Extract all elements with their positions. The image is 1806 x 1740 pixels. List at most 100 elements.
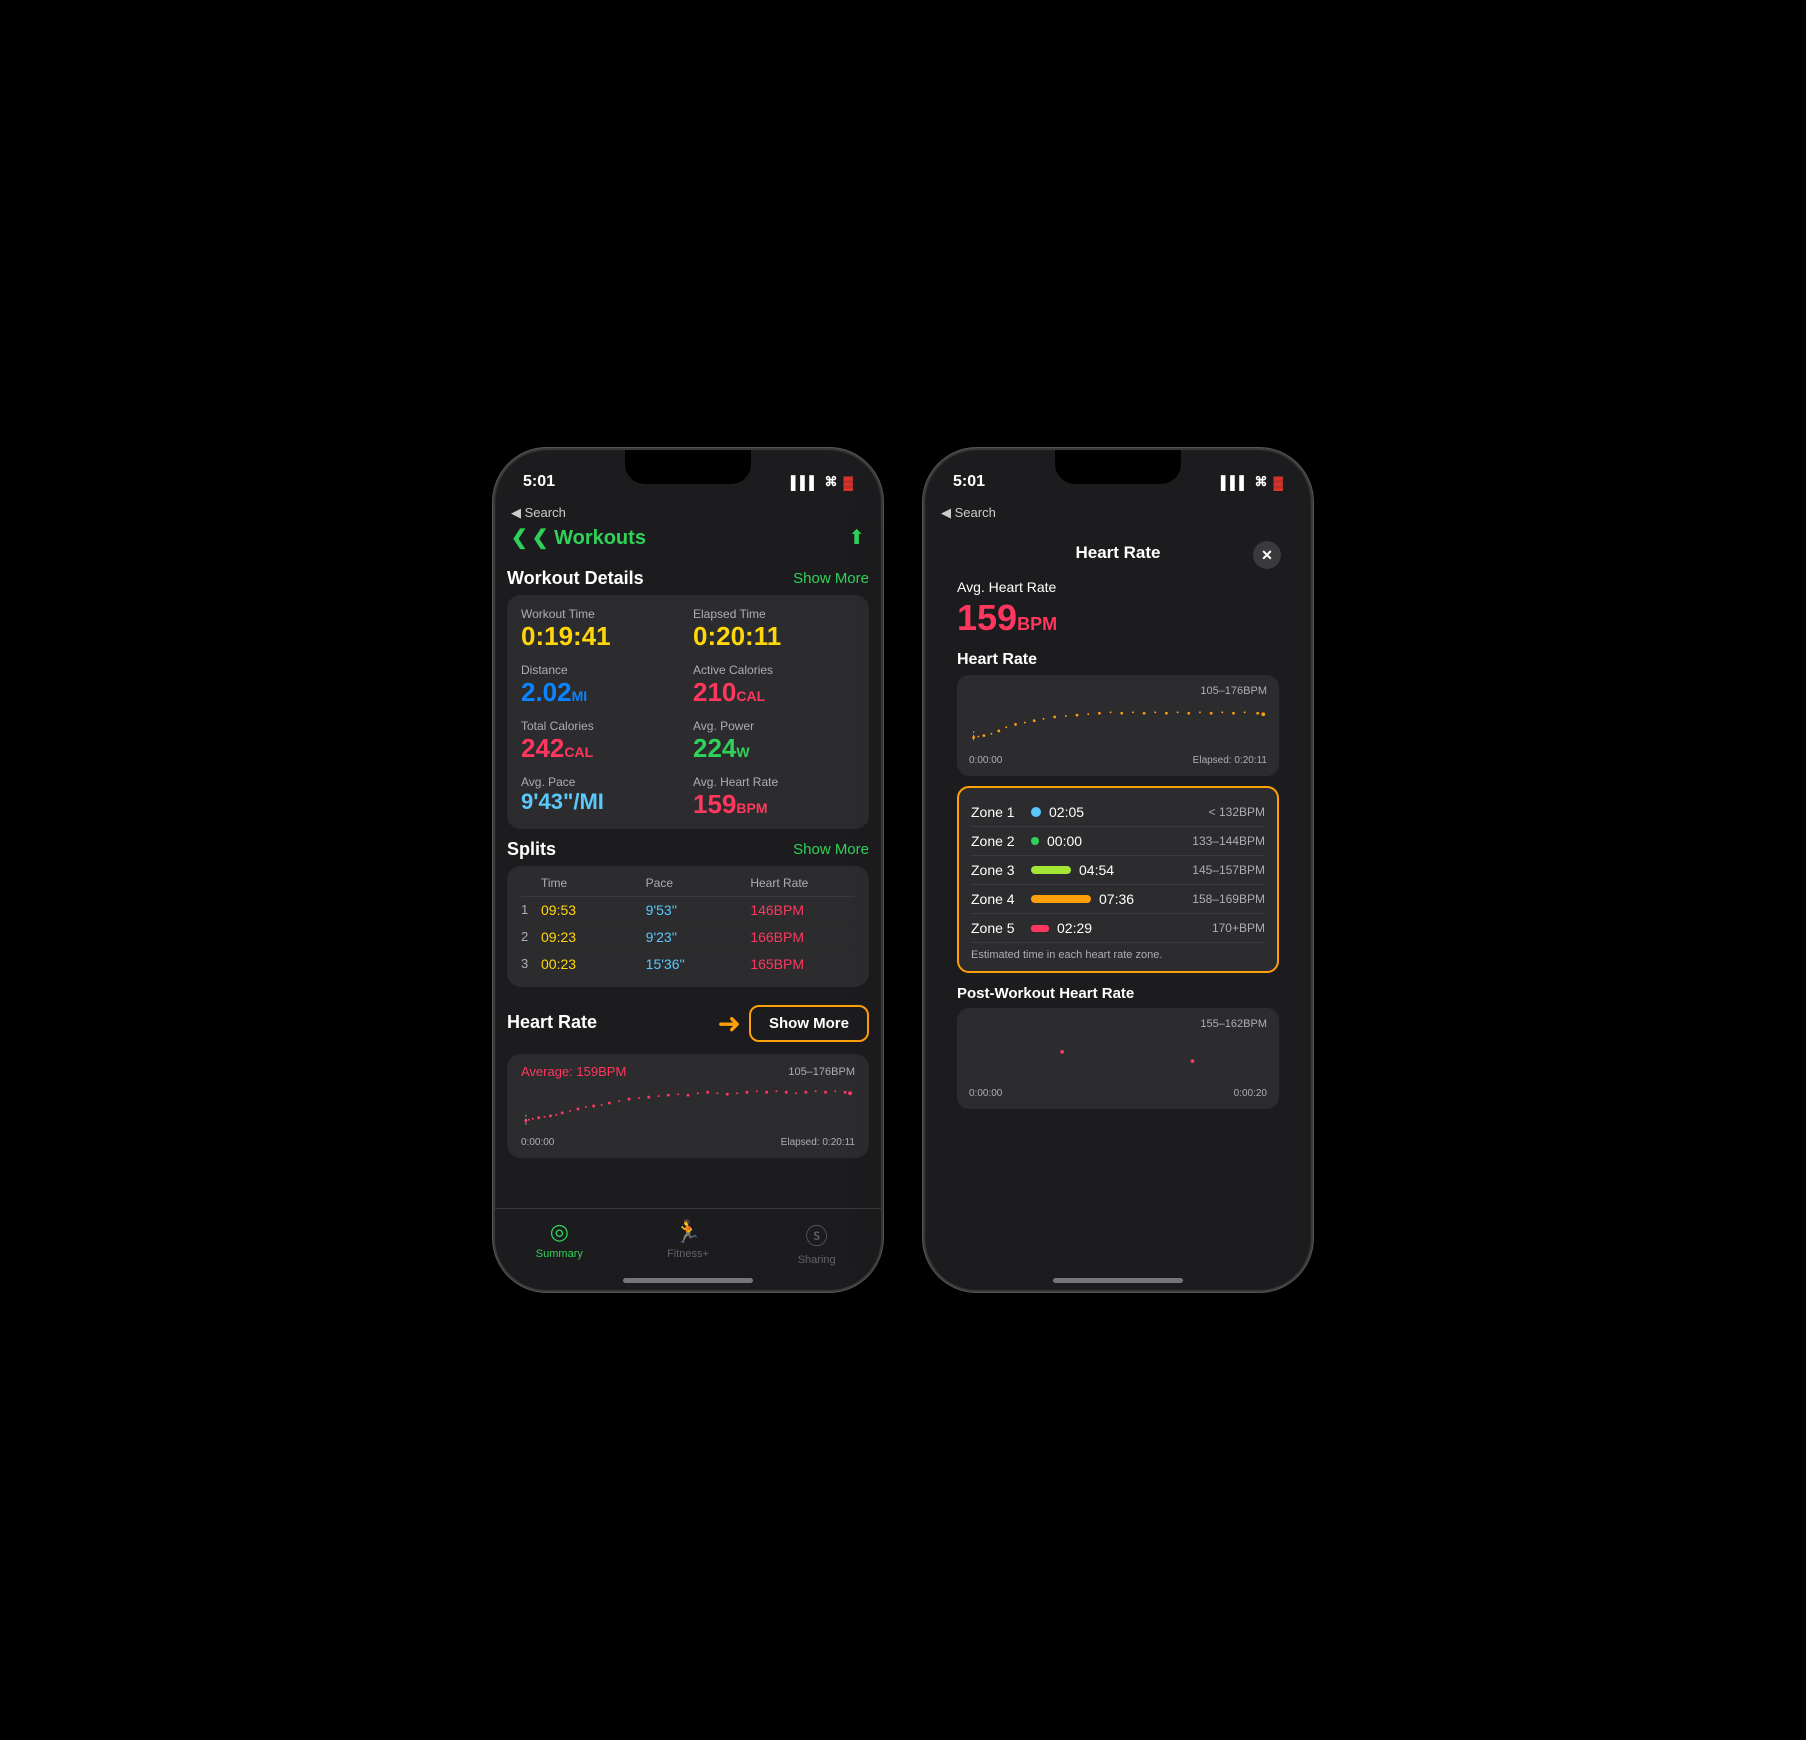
battery-icon-1: ▓ xyxy=(844,475,853,490)
modal-title: Heart Rate xyxy=(1075,543,1160,563)
phone-1: 5:01 ▌▌▌ ⌘ ▓ ◀ Search ❮ ❮ Workouts ⬆ Wor… xyxy=(493,448,883,1292)
close-button[interactable]: ✕ xyxy=(1253,541,1281,569)
post-hr-chart-bottom: 0:00:00 0:00:20 xyxy=(969,1088,1267,1099)
post-hr-chart-container: 155–162BPM 0:00:00 0:00:20 xyxy=(957,1008,1279,1109)
hr-chart-top: Average: 159BPM 105–176BPM xyxy=(521,1064,855,1079)
metric-active-cal-value: 210CAL xyxy=(693,679,855,705)
fitness-plus-label: Fitness+ xyxy=(667,1248,709,1260)
time-1: 5:01 xyxy=(523,473,555,491)
chevron-left-icon: ❮ xyxy=(511,525,528,550)
splits-col-num xyxy=(521,876,541,890)
workout-details-header: Workout Details Show More xyxy=(507,568,869,589)
zone-1-indicator xyxy=(1031,807,1041,817)
zone-2-name: Zone 2 xyxy=(971,833,1023,849)
zone-4-name: Zone 4 xyxy=(971,891,1023,907)
tab-sharing[interactable]: ⓢ Sharing xyxy=(752,1219,881,1266)
hr-chart-bottom-modal: 0:00:00 Elapsed: 0:20:11 xyxy=(969,755,1267,766)
metric-total-cal: Total Calories 242CAL xyxy=(521,719,683,761)
show-more-splits[interactable]: Show More xyxy=(793,841,869,858)
zone-row-5: Zone 5 02:29 170+BPM xyxy=(971,914,1265,943)
splits-header: Splits Show More xyxy=(507,839,869,860)
avg-hr-label: Avg. Heart Rate xyxy=(957,579,1279,595)
zone-row-1: Zone 1 02:05 < 132BPM xyxy=(971,798,1265,827)
splits-pace-2: 9'23'' xyxy=(646,929,751,945)
workouts-back-link[interactable]: ❮ ❮ Workouts xyxy=(511,525,646,550)
hr-chart-card: Average: 159BPM 105–176BPM xyxy=(507,1054,869,1158)
post-chart-start: 0:00:00 xyxy=(969,1088,1002,1099)
hr-avg-label: Average: 159BPM xyxy=(521,1064,626,1079)
show-more-workout[interactable]: Show More xyxy=(793,570,869,587)
zone-4-bpm: 158–169BPM xyxy=(1192,892,1265,906)
home-bar-1 xyxy=(623,1278,753,1283)
hr-chart-svg xyxy=(521,1083,855,1128)
splits-col-hr: Heart Rate xyxy=(750,876,855,890)
zone-4-time: 07:36 xyxy=(1099,891,1134,907)
metrics-grid: Workout Time 0:19:41 Elapsed Time 0:20:1… xyxy=(521,607,855,817)
notch-1 xyxy=(625,450,751,484)
zone-5-time: 02:29 xyxy=(1057,920,1092,936)
zone-row-4: Zone 4 07:36 158–169BPM xyxy=(971,885,1265,914)
zone-5-left: Zone 5 02:29 xyxy=(971,920,1092,936)
splits-table: Time Pace Heart Rate 1 09:53 9'53'' 146B… xyxy=(507,866,869,987)
splits-table-header: Time Pace Heart Rate xyxy=(521,876,855,897)
post-workout-title: Post-Workout Heart Rate xyxy=(957,985,1279,1002)
screen-2: 5:01 ▌▌▌ ⌘ ▓ ◀ Search Heart Rate ✕ xyxy=(925,450,1311,1290)
avg-hr-unit: BPM xyxy=(1017,614,1057,634)
back-label-2: ◀ Search xyxy=(941,505,996,520)
wifi-icon-1: ⌘ xyxy=(825,474,838,490)
hr-chart-range-modal: 105–176BPM xyxy=(969,685,1267,697)
zone-2-time: 00:00 xyxy=(1047,833,1082,849)
back-label-1: ◀ Search xyxy=(511,505,566,520)
tab-fitness-plus[interactable]: 🏃 Fitness+ xyxy=(624,1219,753,1260)
show-more-hr-button[interactable]: Show More xyxy=(749,1005,869,1042)
zone-1-name: Zone 1 xyxy=(971,804,1023,820)
metric-avg-pace: Avg. Pace 9'43"/MI xyxy=(521,775,683,817)
hr-chart-container-modal: 105–176BPM xyxy=(957,675,1279,776)
show-more-hr-container: ➜ Show More xyxy=(718,1005,869,1042)
home-indicator-2 xyxy=(925,1270,1311,1290)
hr-section-title: Heart Rate xyxy=(507,1012,597,1033)
zone-5-name: Zone 5 xyxy=(971,920,1023,936)
metric-workout-time-label: Workout Time xyxy=(521,607,683,621)
zone-4-indicator xyxy=(1031,895,1091,903)
metric-workout-time: Workout Time 0:19:41 xyxy=(521,607,683,649)
splits-row-3: 3 00:23 15'36'' 165BPM xyxy=(521,951,855,977)
metric-distance-label: Distance xyxy=(521,663,683,677)
modal-body[interactable]: Avg. Heart Rate 159BPM Heart Rate 105–17… xyxy=(941,571,1295,1262)
summary-tab-icon: ◎ xyxy=(550,1219,569,1245)
orange-arrow-icon: ➜ xyxy=(718,1007,741,1040)
metric-avg-pace-label: Avg. Pace xyxy=(521,775,683,789)
splits-hr-3: 165BPM xyxy=(750,956,855,972)
metric-avg-hr-value: 159BPM xyxy=(693,791,855,817)
metric-elapsed-time-label: Elapsed Time xyxy=(693,607,855,621)
back-nav-2[interactable]: ◀ Search xyxy=(925,500,1311,521)
tab-summary[interactable]: ◎ Summary xyxy=(495,1219,624,1260)
metric-total-cal-value: 242CAL xyxy=(521,735,683,761)
metric-distance: Distance 2.02MI xyxy=(521,663,683,705)
metric-active-cal-label: Active Calories xyxy=(693,663,855,677)
modal-sheet: Heart Rate ✕ Avg. Heart Rate 159BPM Hear… xyxy=(941,529,1295,1262)
status-icons-2: ▌▌▌ ⌘ ▓ xyxy=(1221,474,1283,490)
splits-title: Splits xyxy=(507,839,556,860)
avg-hr-number: 159 xyxy=(957,597,1017,638)
metric-total-cal-label: Total Calories xyxy=(521,719,683,733)
zone-1-time: 02:05 xyxy=(1049,804,1084,820)
chart-start: 0:00:00 xyxy=(521,1137,554,1148)
scroll-area-1[interactable]: Workout Details Show More Workout Time 0… xyxy=(495,558,881,1208)
metric-elapsed-time-value: 0:20:11 xyxy=(693,623,855,649)
phone2-content: Heart Rate ✕ Avg. Heart Rate 159BPM Hear… xyxy=(925,521,1311,1270)
zone-2-left: Zone 2 00:00 xyxy=(971,833,1082,849)
wifi-icon-2: ⌘ xyxy=(1255,474,1268,490)
signal-icon-2: ▌▌▌ xyxy=(1221,475,1249,490)
metric-distance-value: 2.02MI xyxy=(521,679,683,705)
zone-row-2: Zone 2 00:00 133–144BPM xyxy=(971,827,1265,856)
screen-1: 5:01 ▌▌▌ ⌘ ▓ ◀ Search ❮ ❮ Workouts ⬆ Wor… xyxy=(495,450,881,1290)
zone-3-left: Zone 3 04:54 xyxy=(971,862,1114,878)
metric-workout-time-value: 0:19:41 xyxy=(521,623,683,649)
share-icon[interactable]: ⬆ xyxy=(848,525,865,550)
back-nav-1[interactable]: ◀ Search xyxy=(495,500,881,521)
chart-end: Elapsed: 0:20:11 xyxy=(781,1137,855,1148)
modal-chart-start: 0:00:00 xyxy=(969,755,1002,766)
home-indicator-1 xyxy=(495,1270,881,1290)
zone-5-bpm: 170+BPM xyxy=(1212,921,1265,935)
